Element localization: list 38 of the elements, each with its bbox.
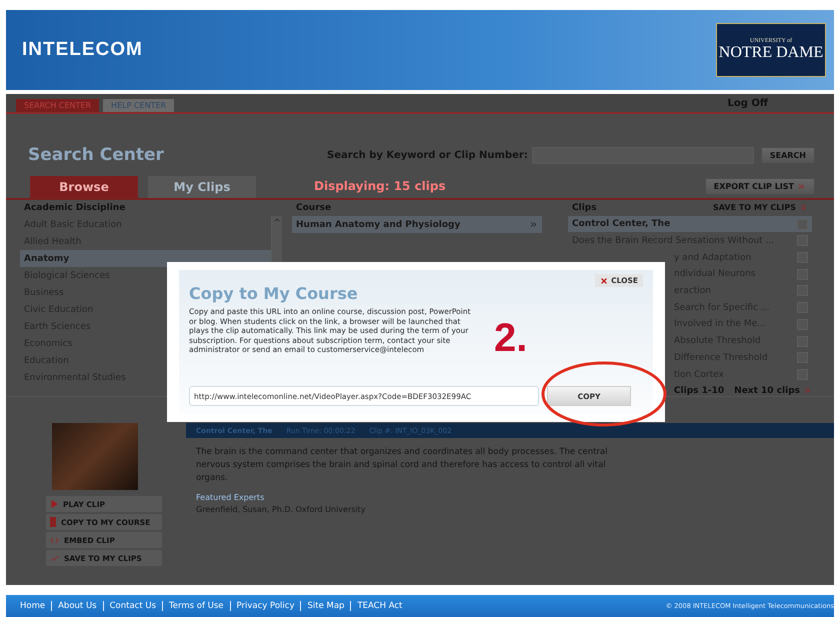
- next-clips-link[interactable]: Next 10 clips: [734, 386, 812, 396]
- course-item[interactable]: Human Anatomy and Physiology: [292, 216, 542, 233]
- export-button[interactable]: EXPORT CLIP LIST: [706, 178, 814, 194]
- nav-tab[interactable]: SEARCH CENTER: [16, 99, 100, 112]
- chevrons-right-icon: [803, 386, 812, 396]
- site-logo: INTELECOM: [22, 39, 143, 61]
- column-heading: Clips: [572, 202, 597, 213]
- nav-tab[interactable]: HELP CENTER: [103, 99, 174, 112]
- column-heading: Course: [296, 203, 332, 213]
- code-icon: [50, 536, 59, 544]
- column-heading: Academic Discipline: [24, 203, 126, 213]
- view-tab[interactable]: Browse: [30, 176, 138, 198]
- search-button[interactable]: SEARCH: [762, 148, 814, 162]
- experts-heading: Featured Experts: [196, 493, 266, 502]
- footer-link[interactable]: Privacy Policy: [230, 601, 300, 611]
- clip-item[interactable]: Control Center, The: [568, 216, 812, 232]
- partner-name: NOTRE DAME: [718, 44, 824, 62]
- search-label: Search by Keyword or Clip Number:: [327, 150, 528, 160]
- footer-link[interactable]: Home: [14, 601, 52, 611]
- footer-link[interactable]: Terms of Use: [162, 601, 230, 611]
- clip-range: Clips 1-10: [674, 386, 724, 396]
- save-to-clips-button[interactable]: SAVE TO MY CLIPS: [712, 203, 808, 212]
- footer-link[interactable]: Site Map: [300, 601, 350, 611]
- chevrons-down-icon: [799, 203, 808, 212]
- footer-link[interactable]: TEACH Act: [350, 601, 408, 611]
- dialog-title: Copy to My Course: [189, 284, 358, 303]
- close-icon: [600, 276, 608, 284]
- footer-link[interactable]: About Us: [51, 601, 103, 611]
- step-number: 2.: [494, 316, 528, 361]
- page-title: Search Center: [28, 145, 164, 165]
- view-tab[interactable]: My Clips: [148, 176, 256, 198]
- play-icon: [50, 500, 58, 508]
- chevrons-right-icon: [797, 182, 806, 190]
- check-icon: [50, 554, 59, 562]
- footer-link[interactable]: Contact Us: [102, 601, 162, 611]
- chevrons-right-icon: [529, 220, 538, 229]
- clip-count: Displaying: 15 clips: [314, 179, 446, 193]
- document-icon: [50, 517, 56, 527]
